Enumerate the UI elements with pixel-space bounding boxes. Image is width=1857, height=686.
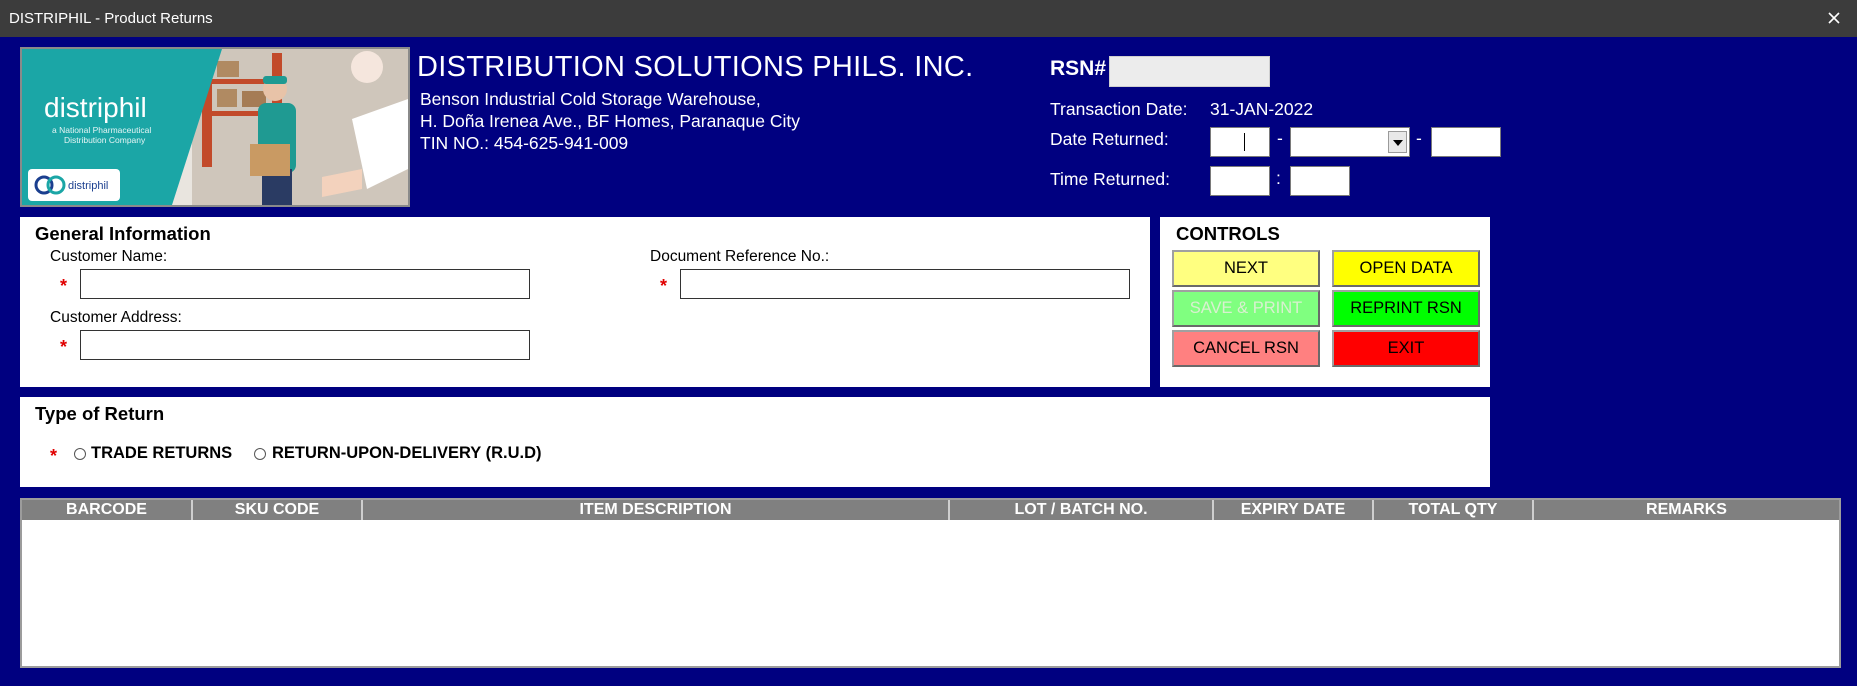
- trade-returns-label[interactable]: TRADE RETURNS: [91, 444, 232, 463]
- logo-brand-text: distriphil: [44, 92, 147, 123]
- transaction-date-value: 31-JAN-2022: [1210, 99, 1314, 119]
- company-address-line2: H. Doña Irenea Ave., BF Homes, Paranaque…: [420, 111, 801, 131]
- document-reference-input[interactable]: [680, 269, 1130, 299]
- svg-text:a National Pharmaceutical: a National Pharmaceutical: [52, 125, 151, 135]
- column-header-total-qty[interactable]: TOTAL QTY: [1374, 500, 1534, 520]
- date-returned-year-input[interactable]: [1431, 127, 1501, 157]
- customer-address-input[interactable]: [80, 330, 530, 360]
- general-information-heading: General Information: [35, 223, 211, 244]
- customer-name-input[interactable]: [80, 269, 530, 299]
- column-header-barcode[interactable]: BARCODE: [22, 500, 193, 520]
- required-mark: *: [60, 337, 68, 357]
- window-titlebar: DISTRIPHIL - Product Returns: [0, 0, 1857, 37]
- transaction-date-label: Transaction Date:: [1050, 99, 1188, 119]
- column-header-lot-batch[interactable]: LOT / BATCH NO.: [950, 500, 1214, 520]
- required-mark: *: [60, 276, 68, 296]
- rsn-label: RSN#: [1050, 57, 1107, 80]
- company-logo-image: distriphil a National Pharmaceutical Dis…: [20, 47, 410, 207]
- column-header-remarks[interactable]: REMARKS: [1534, 500, 1839, 520]
- date-separator-1: -: [1277, 128, 1283, 148]
- svg-text:distriphil: distriphil: [68, 180, 108, 192]
- rsn-field[interactable]: [1109, 56, 1270, 87]
- items-table-header: BARCODE SKU CODE ITEM DESCRIPTION LOT / …: [22, 500, 1839, 520]
- svg-text:Distribution Company: Distribution Company: [64, 135, 146, 145]
- date-returned-month-dropdown[interactable]: [1290, 127, 1410, 157]
- date-returned-label: Date Returned:: [1050, 129, 1169, 149]
- document-reference-label: Document Reference No.:: [650, 248, 830, 265]
- save-print-button[interactable]: SAVE & PRINT: [1172, 290, 1320, 327]
- date-separator-2: -: [1416, 128, 1422, 148]
- reprint-rsn-button[interactable]: REPRINT RSN: [1332, 290, 1480, 327]
- date-returned-day-input[interactable]: [1210, 127, 1270, 157]
- company-address-line1: Benson Industrial Cold Storage Warehouse…: [420, 89, 761, 109]
- rud-radio[interactable]: [254, 448, 266, 460]
- close-icon[interactable]: [1821, 6, 1847, 30]
- text-cursor: [1244, 133, 1245, 151]
- time-returned-minute-input[interactable]: [1290, 166, 1350, 196]
- type-of-return-panel: Type of Return * TRADE RETURNS RETURN-UP…: [20, 397, 1490, 487]
- controls-panel: CONTROLS NEXT OPEN DATA SAVE & PRINT REP…: [1160, 217, 1490, 387]
- window-title: DISTRIPHIL - Product Returns: [9, 10, 213, 27]
- customer-address-label: Customer Address:: [50, 309, 182, 326]
- trade-returns-radio[interactable]: [74, 448, 86, 460]
- controls-heading: CONTROLS: [1176, 223, 1280, 244]
- column-header-item-description[interactable]: ITEM DESCRIPTION: [363, 500, 950, 520]
- company-name: DISTRIBUTION SOLUTIONS PHILS. INC.: [417, 51, 974, 83]
- general-information-panel: General Information Customer Name: * Cus…: [20, 217, 1150, 387]
- time-separator: :: [1276, 168, 1281, 188]
- type-of-return-heading: Type of Return: [35, 403, 165, 424]
- required-mark: *: [660, 276, 668, 296]
- cancel-rsn-button[interactable]: CANCEL RSN: [1172, 330, 1320, 367]
- time-returned-hour-input[interactable]: [1210, 166, 1270, 196]
- company-tin: TIN NO.: 454-625-941-009: [420, 133, 629, 153]
- chevron-down-icon[interactable]: [1388, 131, 1407, 153]
- column-header-sku-code[interactable]: SKU CODE: [193, 500, 363, 520]
- customer-name-label: Customer Name:: [50, 248, 168, 265]
- time-returned-label: Time Returned:: [1050, 169, 1170, 189]
- column-header-expiry-date[interactable]: EXPIRY DATE: [1214, 500, 1374, 520]
- rud-label[interactable]: RETURN-UPON-DELIVERY (R.U.D): [272, 444, 542, 463]
- exit-button[interactable]: EXIT: [1332, 330, 1480, 367]
- next-button[interactable]: NEXT: [1172, 250, 1320, 287]
- items-table[interactable]: BARCODE SKU CODE ITEM DESCRIPTION LOT / …: [20, 498, 1841, 668]
- required-mark: *: [50, 446, 58, 466]
- open-data-button[interactable]: OPEN DATA: [1332, 250, 1480, 287]
